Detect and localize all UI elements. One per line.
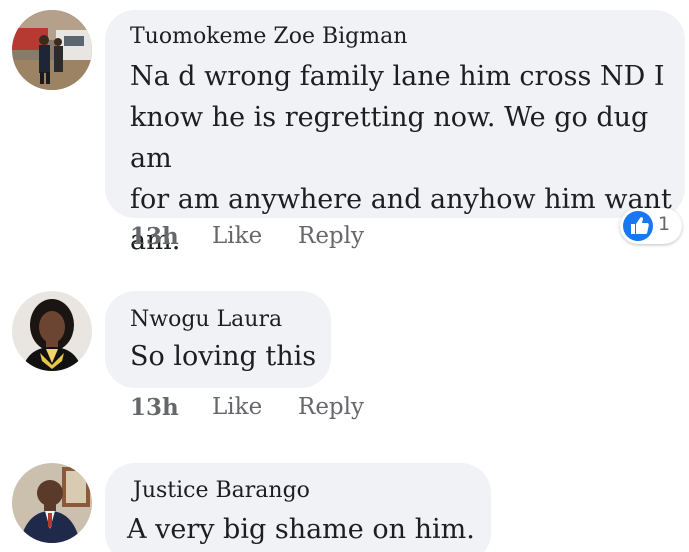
like-button[interactable]: Like bbox=[212, 394, 262, 420]
profile-photo-icon bbox=[12, 463, 92, 543]
reaction-count: 1 bbox=[658, 213, 671, 235]
comment-text-line: for am anywhere and anyhow him want bbox=[130, 184, 672, 215]
comment-timestamp[interactable]: 13h bbox=[130, 394, 179, 421]
thumbs-up-icon bbox=[623, 211, 653, 241]
comment-bubble: Tuomokeme Zoe Bigman Na d wrong family l… bbox=[105, 10, 685, 256]
avatar[interactable] bbox=[12, 10, 92, 90]
comment-text-line: know he is regretting now. We go dug am bbox=[130, 102, 649, 174]
profile-photo-icon bbox=[12, 291, 92, 371]
comment-author[interactable]: Tuomokeme Zoe Bigman bbox=[130, 24, 407, 49]
like-button[interactable]: Like bbox=[212, 223, 262, 249]
avatar[interactable] bbox=[12, 291, 92, 371]
reaction-summary[interactable]: 1 bbox=[620, 208, 682, 244]
reply-button[interactable]: Reply bbox=[298, 223, 364, 249]
profile-photo-icon bbox=[12, 10, 92, 90]
comment-text: A very big shame on him. bbox=[127, 509, 487, 550]
comment-text-line: Na d wrong family lane him cross ND I bbox=[130, 61, 665, 92]
comment-text-line: A very big shame on him. bbox=[127, 514, 475, 545]
avatar[interactable] bbox=[12, 463, 92, 543]
comment-text: So loving this bbox=[130, 336, 330, 377]
comment-bubble: Nwogu Laura So loving this bbox=[105, 291, 331, 388]
comment-bubble: Justice Barango A very big shame on him. bbox=[105, 463, 491, 552]
reply-button[interactable]: Reply bbox=[298, 394, 364, 420]
comment-author[interactable]: Justice Barango bbox=[133, 478, 310, 503]
comment-timestamp[interactable]: 13h bbox=[130, 223, 179, 250]
comment-author[interactable]: Nwogu Laura bbox=[130, 307, 282, 332]
comment-text-line: So loving this bbox=[130, 341, 317, 372]
